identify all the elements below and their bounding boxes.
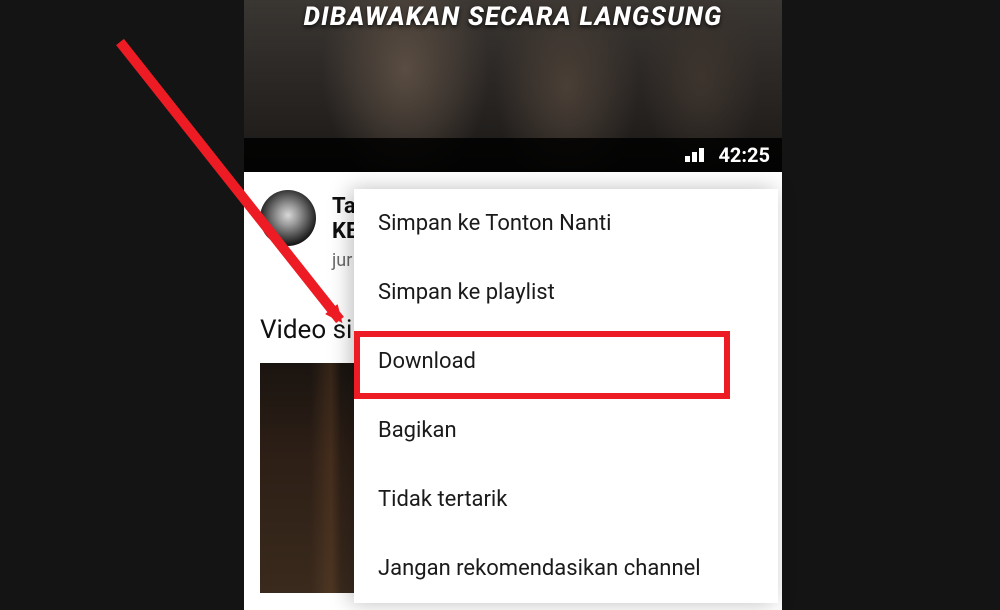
menu-item-save-playlist[interactable]: Simpan ke playlist (354, 258, 778, 327)
menu-item-download[interactable]: Download (354, 327, 778, 396)
context-menu: Simpan ke Tonton Nanti Simpan ke playlis… (354, 189, 778, 603)
video-caption-text: DIBAWAKAN SECARA LANGSUNG (244, 2, 782, 32)
menu-item-dont-recommend[interactable]: Jangan rekomendasikan channel (354, 534, 778, 603)
video-overlay-bar: 42:25 (244, 138, 782, 172)
menu-item-share[interactable]: Bagikan (354, 396, 778, 465)
channel-avatar[interactable] (260, 190, 316, 246)
signal-bars-icon (685, 148, 704, 162)
menu-item-not-interested[interactable]: Tidak tertarik (354, 465, 778, 534)
video-duration: 42:25 (718, 143, 770, 167)
menu-item-watch-later[interactable]: Simpan ke Tonton Nanti (354, 189, 778, 258)
video-thumbnail[interactable]: DIBAWAKAN SECARA LANGSUNG 42:25 (244, 0, 782, 172)
